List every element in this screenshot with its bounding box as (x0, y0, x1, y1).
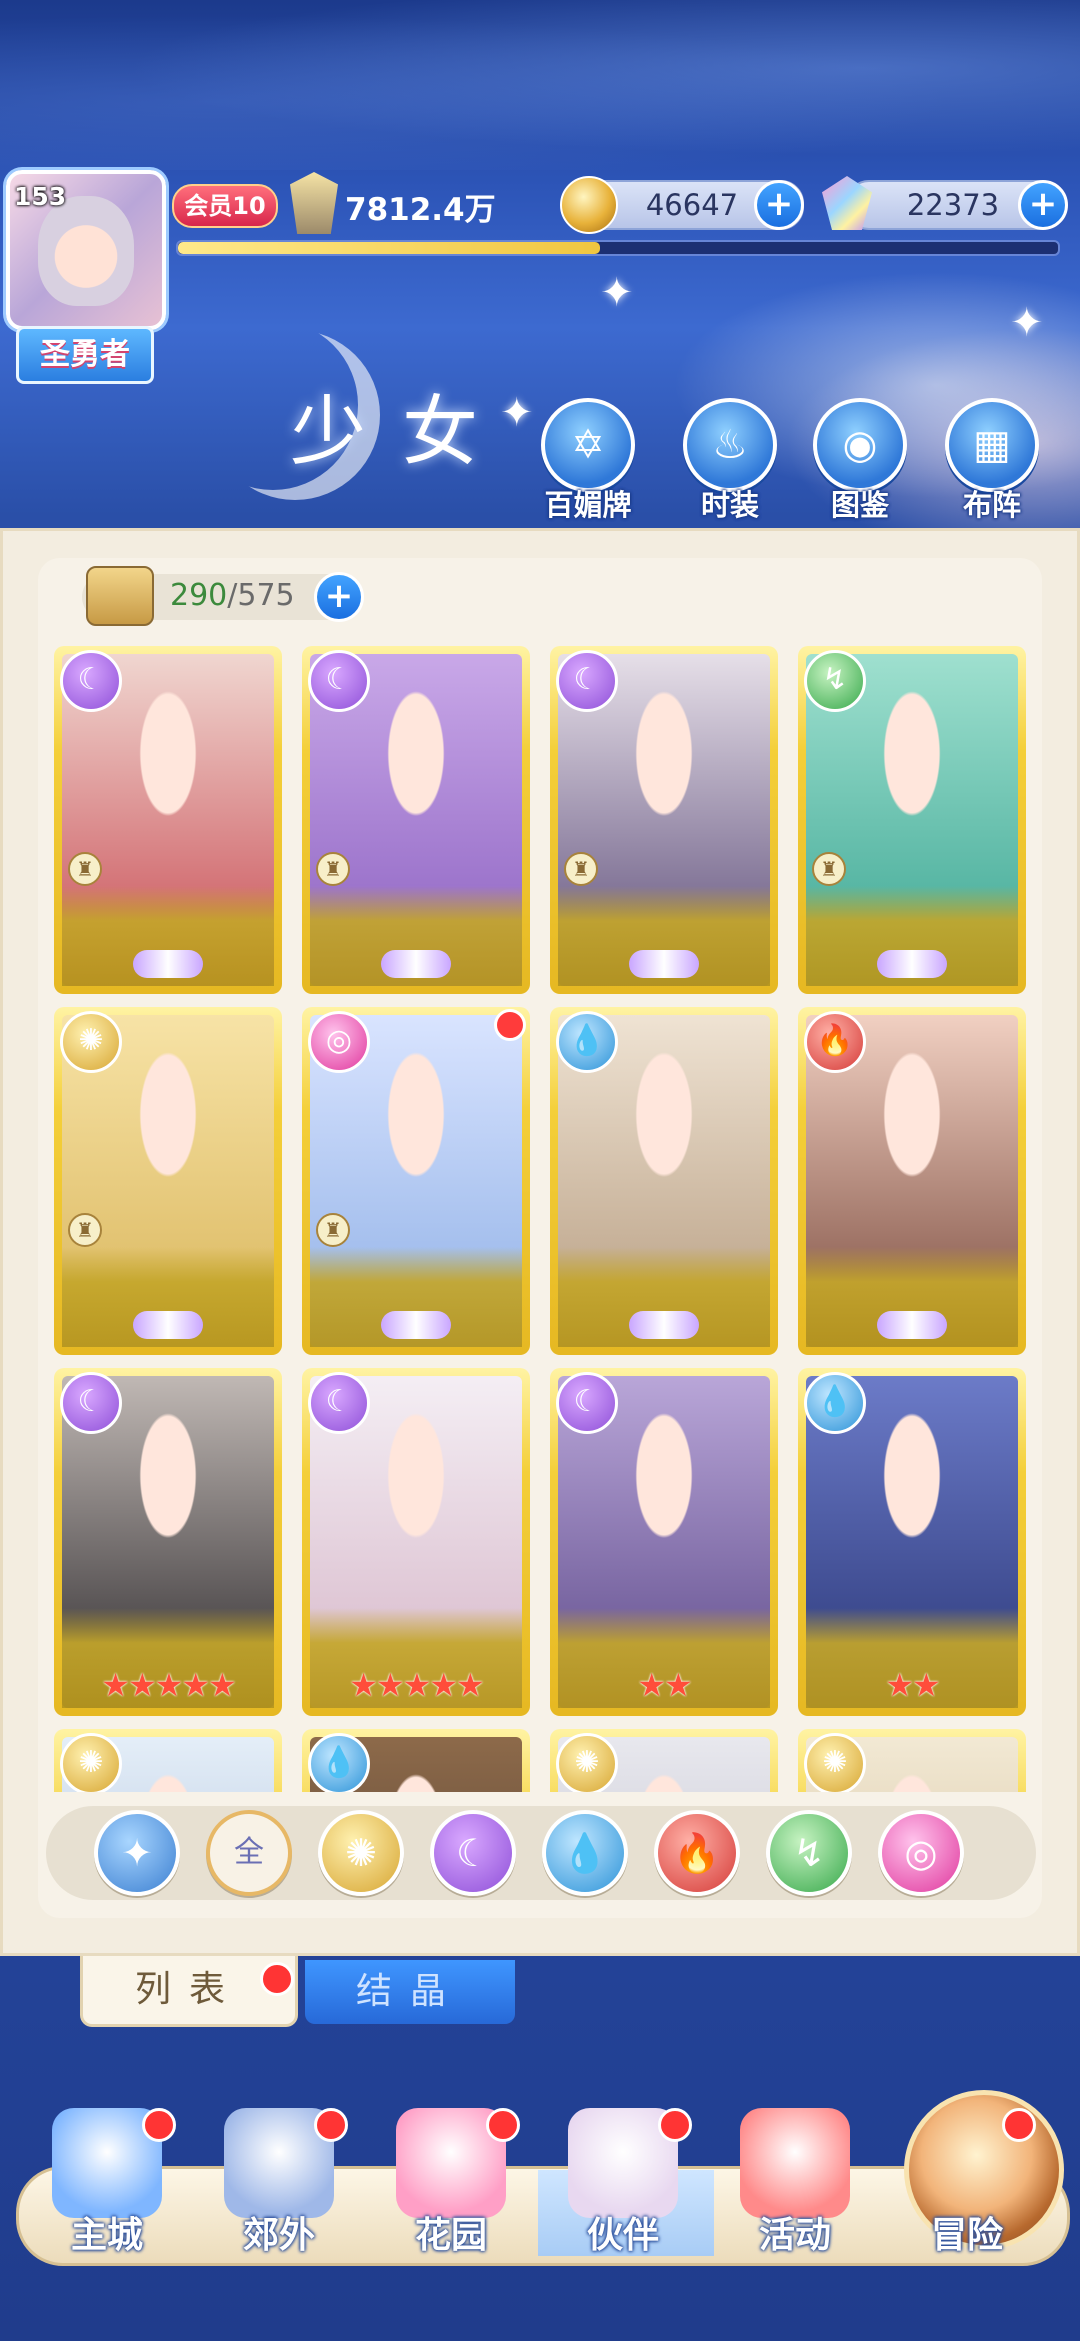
light-element-icon: ✺ (60, 1733, 122, 1792)
partner-card[interactable]: ☾ ★★ (550, 1368, 778, 1716)
partner-card[interactable]: ✺ (54, 1729, 282, 1792)
rook-icon: ♜ (316, 852, 350, 886)
partner-card[interactable]: ☾ ★★★★★ (302, 1368, 530, 1716)
partner-card[interactable]: 💧 (550, 1007, 778, 1355)
dark-element-icon: ☾ (60, 650, 122, 712)
dark-element-icon: ☾ (60, 1372, 122, 1434)
notification-dot (494, 1009, 526, 1041)
rook-icon: ♜ (564, 852, 598, 886)
awaken-stage-badge (628, 1305, 700, 1345)
nav-main-city[interactable]: 主城 (32, 2108, 182, 2258)
nav-notification-dot (486, 2108, 520, 2142)
partner-card[interactable]: 💧 (302, 1729, 530, 1792)
star-decoration: ✦ (1010, 300, 1044, 346)
awaken-stage-badge (380, 1305, 452, 1345)
filter-water-button[interactable]: 💧 (542, 1810, 628, 1896)
star-rating: ★★ (885, 1666, 940, 1704)
awaken-stage-badge (628, 944, 700, 984)
light-element-icon: ✺ (804, 1733, 866, 1792)
star-rating: ★★ (637, 1666, 692, 1704)
player-level: 153 (14, 182, 67, 211)
water-element-icon: 💧 (804, 1372, 866, 1434)
awaken-stage-badge (132, 1305, 204, 1345)
outfit-icon: ♨ (683, 398, 777, 492)
dark-element-icon: ☾ (308, 1372, 370, 1434)
awaken-stage-badge (132, 944, 204, 984)
rook-icon: ♜ (316, 1213, 350, 1247)
dark-element-icon: ☾ (556, 650, 618, 712)
player-title-badge[interactable]: 圣勇者 (16, 326, 154, 384)
partner-card[interactable]: ✺ ♜ (54, 1007, 282, 1355)
filter-all-button[interactable]: 全 (206, 1810, 292, 1896)
water-element-icon: 💧 (308, 1733, 370, 1792)
awaken-stage-badge (876, 944, 948, 984)
nav-partner[interactable]: 伙伴 (548, 2108, 698, 2258)
nav-notification-dot (658, 2108, 692, 2142)
nav-garden[interactable]: 花园 (376, 2108, 526, 2258)
filter-fire-button[interactable]: 🔥 (654, 1810, 740, 1896)
partner-card[interactable]: ✺ (550, 1729, 778, 1792)
star-element-icon: ◎ (308, 1011, 370, 1073)
partner-card[interactable]: ☾ ♜ (54, 646, 282, 994)
nav-adventure[interactable]: 冒险 (892, 2108, 1042, 2258)
nav-notification-dot (314, 2108, 348, 2142)
roster-icon (86, 566, 154, 626)
partner-card[interactable]: ☾ ♜ (302, 646, 530, 994)
star-decoration: ✦ (600, 270, 634, 316)
menu-formation-button[interactable]: ▦ 布阵 (942, 398, 1042, 524)
card-icon: ✡ (541, 398, 635, 492)
menu-outfit-button[interactable]: ♨ 时装 (680, 398, 780, 524)
tab-list-notification-dot (260, 1962, 294, 1996)
roster-count: 290/575 (170, 578, 295, 613)
partner-card[interactable]: ↯ ♜ (798, 646, 1026, 994)
dark-element-icon: ☾ (556, 1372, 618, 1434)
grid-icon: ▦ (945, 398, 1039, 492)
partner-card[interactable]: ✺ (798, 1729, 1026, 1792)
event-icon (740, 2108, 850, 2218)
filter-first-button[interactable]: ✦ (94, 1810, 180, 1896)
nav-outskirts[interactable]: 郊外 (204, 2108, 354, 2258)
light-element-icon: ✺ (556, 1733, 618, 1792)
rook-icon: ♜ (812, 852, 846, 886)
gold-coin-icon (560, 176, 618, 234)
rook-icon: ♜ (68, 852, 102, 886)
nav-notification-dot (1002, 2108, 1036, 2142)
expand-roster-button[interactable]: + (314, 572, 364, 622)
partner-card[interactable]: 🔥 (798, 1007, 1026, 1355)
power-icon (290, 172, 338, 234)
filter-wind-button[interactable]: ↯ (766, 1810, 852, 1896)
partner-card[interactable]: ◎ ♜ (302, 1007, 530, 1355)
add-diamond-button[interactable]: + (1018, 180, 1068, 230)
filter-dark-button[interactable]: ☾ (430, 1810, 516, 1896)
nav-event[interactable]: 活动 (720, 2108, 870, 2258)
water-element-icon: 💧 (556, 1011, 618, 1073)
combat-power: 7812.4万 (345, 192, 496, 228)
partner-card[interactable]: 💧 ★★ (798, 1368, 1026, 1716)
add-gold-button[interactable]: + (754, 180, 804, 230)
partner-card[interactable]: ☾ ★★★★★ (54, 1368, 282, 1716)
menu-card-button[interactable]: ✡ 百媚牌 (538, 398, 638, 524)
book-icon: ◉ (813, 398, 907, 492)
star-rating: ★★★★★ (349, 1666, 484, 1704)
dark-element-icon: ☾ (308, 650, 370, 712)
awaken-stage-badge (380, 944, 452, 984)
light-element-icon: ✺ (60, 1011, 122, 1073)
awaken-stage-badge (876, 1305, 948, 1345)
star-rating: ★★★★★ (101, 1666, 236, 1704)
partner-grid: ☾ ♜ ☾ ♜ ☾ ♜ ↯ ♜ ✺ ♜ ◎ ♜ 💧 🔥 ☾ ★★★★★ ☾ ★★★★★ ☾ ★★ 💧 ★★ ✺ 💧 ✺ ✺ (54, 646, 1029, 1792)
rook-icon: ♜ (68, 1213, 102, 1247)
vip-badge[interactable]: 会员10 (172, 184, 278, 228)
menu-book-button[interactable]: ◉ 图鉴 (810, 398, 910, 524)
nav-notification-dot (142, 2108, 176, 2142)
page-title: 少女 (290, 387, 514, 476)
top-decoration (0, 0, 1080, 170)
filter-light-button[interactable]: ✺ (318, 1810, 404, 1896)
wind-element-icon: ↯ (804, 650, 866, 712)
partner-card[interactable]: ☾ ♜ (550, 646, 778, 994)
filter-star-button[interactable]: ◎ (878, 1810, 964, 1896)
tab-crystal[interactable]: 结晶 (305, 1960, 515, 2024)
fire-element-icon: 🔥 (804, 1011, 866, 1073)
